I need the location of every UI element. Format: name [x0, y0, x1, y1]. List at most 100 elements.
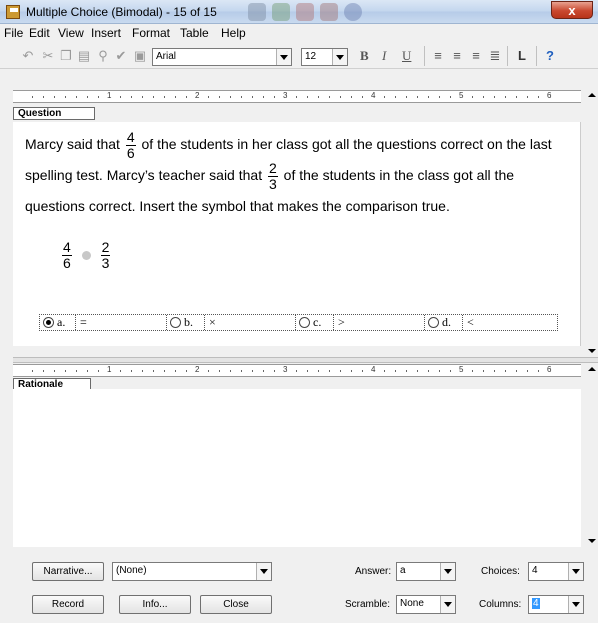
- ruler-tick: [505, 370, 506, 372]
- chevron-down-icon[interactable]: [568, 596, 583, 613]
- choices-select[interactable]: 4: [528, 562, 584, 581]
- ruler-tick: [384, 96, 385, 98]
- ruler-tick: [186, 370, 187, 372]
- radio-icon[interactable]: [170, 316, 181, 328]
- question-text[interactable]: Marcy said that 46 of the students in he…: [25, 130, 570, 221]
- bold-button[interactable]: B: [360, 48, 369, 64]
- question-text-part1: Marcy said that: [25, 136, 120, 153]
- scroll-down-icon[interactable]: [585, 534, 598, 547]
- ruler-number: 6: [547, 91, 552, 100]
- choice-letter: a.: [57, 315, 66, 329]
- title-bar[interactable]: Multiple Choice (Bimodal) - 15 of 15 x: [0, 0, 598, 24]
- chevron-down-icon[interactable]: [256, 563, 271, 580]
- ruler-tick: [483, 370, 484, 372]
- underline-button[interactable]: U: [402, 48, 411, 64]
- rationale-ruler[interactable]: 1 2 3 4 5 6: [13, 364, 581, 377]
- ruler-tick: [263, 370, 264, 372]
- pane-splitter[interactable]: [13, 357, 598, 363]
- columns-select[interactable]: 4: [528, 595, 584, 614]
- ruler-number: 3: [283, 91, 288, 100]
- columns-label: Columns:: [479, 599, 522, 610]
- choice-c[interactable]: c.: [299, 315, 321, 330]
- rationale-scrollbar[interactable]: [585, 364, 598, 547]
- italic-button[interactable]: I: [382, 48, 386, 64]
- cut-icon[interactable]: ✂: [40, 48, 56, 64]
- save-icon[interactable]: ▣: [132, 48, 148, 64]
- find-icon[interactable]: ⚲: [95, 48, 111, 64]
- chevron-down-icon[interactable]: [440, 596, 455, 613]
- menu-table[interactable]: Table: [180, 26, 209, 40]
- scramble-select[interactable]: None: [396, 595, 456, 614]
- chevron-down-icon[interactable]: [332, 49, 347, 65]
- close-button[interactable]: Close: [200, 595, 272, 614]
- ruler-tick: [219, 370, 220, 372]
- question-scrollbar[interactable]: [585, 90, 598, 357]
- align-center-icon[interactable]: ≡: [449, 48, 465, 64]
- menu-help[interactable]: Help: [221, 26, 246, 40]
- ruler-tick: [384, 370, 385, 372]
- choice-d[interactable]: d.: [428, 315, 451, 330]
- undo-icon[interactable]: ↶: [20, 48, 36, 64]
- close-button-label: Close: [223, 599, 249, 610]
- menu-bar: File Edit View Insert Format Table Help: [0, 24, 598, 42]
- ruler-tick: [516, 370, 517, 372]
- ruler-tick: [252, 370, 253, 372]
- help-icon[interactable]: ?: [542, 48, 558, 64]
- ruler-tick: [329, 370, 330, 372]
- radio-selected-icon[interactable]: [43, 316, 54, 328]
- align-right-icon[interactable]: ≡: [468, 48, 484, 64]
- ruler-tick: [494, 96, 495, 98]
- radio-icon[interactable]: [428, 316, 439, 328]
- scroll-up-icon[interactable]: [585, 364, 598, 377]
- ruler-tick: [142, 370, 143, 372]
- menu-edit[interactable]: Edit: [29, 26, 50, 40]
- chevron-down-icon[interactable]: [276, 49, 291, 65]
- spellcheck-icon[interactable]: ✔: [113, 48, 129, 64]
- scramble-value: None: [400, 598, 424, 609]
- info-button[interactable]: Info...: [119, 595, 191, 614]
- narrative-value: (None): [116, 565, 147, 576]
- ruler-number: 4: [371, 365, 376, 374]
- ruler-tick: [329, 96, 330, 98]
- menu-insert[interactable]: Insert: [91, 26, 121, 40]
- choice-a[interactable]: a.: [43, 315, 65, 330]
- justify-icon[interactable]: ≣: [487, 48, 503, 64]
- menu-format[interactable]: Format: [132, 26, 170, 40]
- choices-label: Choices:: [481, 566, 520, 577]
- font-name-select[interactable]: Arial: [152, 48, 292, 66]
- ruler-tick: [395, 96, 396, 98]
- ruler-tick: [472, 370, 473, 372]
- placeholder-circle-icon[interactable]: [81, 251, 91, 260]
- toolbar-separator: [424, 46, 425, 66]
- menu-view[interactable]: View: [58, 26, 84, 40]
- scroll-up-icon[interactable]: [585, 90, 598, 103]
- ruler-tick: [406, 96, 407, 98]
- copy-icon[interactable]: ❐: [58, 48, 74, 64]
- answer-select[interactable]: a: [396, 562, 456, 581]
- chevron-down-icon[interactable]: [440, 563, 455, 580]
- choice-b[interactable]: b.: [170, 315, 193, 330]
- question-ruler[interactable]: 1 2 3 4 5 6: [13, 90, 581, 103]
- menu-file[interactable]: File: [4, 26, 23, 40]
- tab-stop-icon[interactable]: L: [514, 48, 530, 64]
- rationale-editor[interactable]: [13, 389, 581, 547]
- choice-c-value[interactable]: >: [338, 315, 345, 330]
- choice-a-value[interactable]: =: [80, 315, 87, 330]
- ruler-tick: [406, 370, 407, 372]
- radio-icon[interactable]: [299, 316, 310, 328]
- align-left-icon[interactable]: ≡: [430, 48, 446, 64]
- ruler-tick: [439, 96, 440, 98]
- record-button[interactable]: Record: [32, 595, 104, 614]
- close-window-button[interactable]: x: [551, 1, 593, 19]
- chevron-down-icon[interactable]: [568, 563, 583, 580]
- paste-icon[interactable]: ▤: [76, 48, 92, 64]
- ruler-tick: [241, 96, 242, 98]
- choice-b-value[interactable]: ×: [209, 315, 216, 330]
- narrative-select[interactable]: (None): [112, 562, 272, 581]
- scroll-down-icon[interactable]: [585, 344, 598, 357]
- ruler-tick: [450, 370, 451, 372]
- choice-d-value[interactable]: <: [467, 315, 474, 330]
- fraction-numerator: 4: [125, 129, 136, 146]
- font-size-select[interactable]: 12: [301, 48, 348, 66]
- narrative-button[interactable]: Narrative...: [32, 562, 104, 581]
